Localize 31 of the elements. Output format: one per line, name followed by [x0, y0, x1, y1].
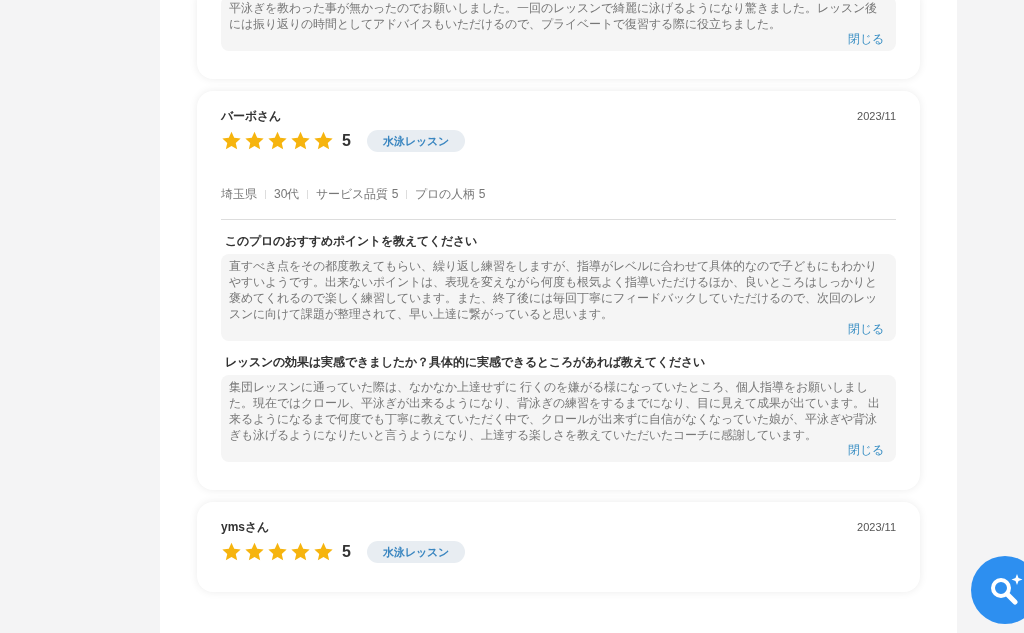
rating-score: 5 — [342, 131, 351, 151]
reviewer-name: バーボさん — [221, 108, 281, 125]
star-icon — [267, 131, 288, 151]
reviewer-info: サービス品質 5 — [316, 186, 399, 203]
reviewer-name: ymsさん — [221, 519, 270, 536]
review-date: 2023/11 — [857, 519, 896, 535]
star-icon — [244, 131, 265, 151]
star-icon — [244, 542, 265, 562]
reviewer-info: 埼玉県 — [221, 186, 257, 203]
question-heading: このプロのおすすめポイントを教えてください — [224, 233, 478, 250]
star-icon — [221, 542, 242, 562]
answer-text: 平泳ぎを教わった事が無かったのでお願いしました。一回のレッスンで綺麗に泳げるようになり驚きました。レッスン後には振り返りの時間としてアドバイスもいただけるので、プライベートで復習する際に役立ちました。 — [229, 0, 878, 32]
reviewer-info: プロの人柄 5 — [415, 186, 486, 203]
answer-text: 直すべき点をその都度教えてもらい、繰り返し練習をしますが、指導がレベルに合わせて具体的なので子どもにもわかりやすいようです。出来ないポイントは、表現を変えながら何度も根気よく指導いただけるほか、良いところはしっかりと褒めてくれるので楽しく練習しています。また、終了後には毎回丁寧にフィードバックしていただけるので、次回のレッスンに向けて課題が整理されて、早い上達に繋がっていると思います。 — [229, 258, 878, 322]
star-icon — [221, 131, 242, 151]
star-icon — [313, 542, 334, 562]
review-date: 2023/11 — [857, 108, 896, 124]
rating-score: 5 — [342, 542, 351, 562]
close-link[interactable]: 閉じる — [848, 32, 884, 47]
answer-text: 集団レッスンに通っていた際は、なかなか上達せずに 行くのを嫌がる様になっていたところ、個人指導をお願いしました。現在ではクロール、平泳ぎが出来るようになり、背泳ぎの練習をするまでになり、目に見えて成果が出ています。 出来るようになるまで何度でも丁寧に教えていただく中で、クロールが出来ずに自信がなくなっていた娘が、平泳ぎや背泳ぎも泳げるようになりたいと言うようになり、上達する楽しさを教えていただいたコーチに感謝しています。 — [229, 379, 882, 443]
category-tag: 水泳レッスン — [366, 129, 465, 153]
search-button[interactable] — [971, 556, 1024, 624]
star-icon — [313, 131, 334, 151]
star-icon — [267, 542, 288, 562]
question-heading: レッスンの効果は実感できましたか？具体的に実感できるところがあれば教えてください — [224, 354, 706, 371]
close-link[interactable]: 閉じる — [848, 322, 884, 337]
reviewer-info: 30代 — [274, 186, 300, 203]
star-icon — [290, 542, 311, 562]
star-icon — [290, 131, 311, 151]
category-tag: 水泳レッスン — [366, 540, 465, 564]
close-link[interactable]: 閉じる — [848, 443, 884, 458]
